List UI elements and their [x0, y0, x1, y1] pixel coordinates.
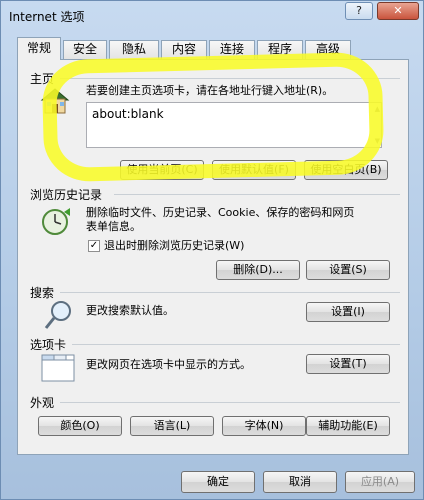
- tabs-section-title: 选项卡: [30, 338, 67, 352]
- colors-button[interactable]: 颜色(O): [38, 416, 122, 436]
- section-divider: [114, 194, 400, 195]
- tab-privacy[interactable]: 隐私: [109, 40, 159, 59]
- search-settings-button[interactable]: 设置(I): [306, 302, 390, 322]
- dialog-footer: 确定 取消 应用(A): [1, 459, 423, 499]
- homepage-section-title: 主页: [30, 72, 55, 86]
- section-divider: [72, 344, 400, 345]
- section-divider: [60, 78, 400, 79]
- tab-general[interactable]: 常规: [17, 37, 61, 60]
- appearance-section-title: 外观: [30, 396, 55, 410]
- search-description: 更改搜索默认值。: [86, 304, 174, 317]
- languages-button[interactable]: 语言(L): [130, 416, 214, 436]
- tabs-description: 更改网页在选项卡中显示的方式。: [86, 358, 251, 371]
- homepage-description: 若要创建主页选项卡，请在各地址行键入地址(R)。: [86, 84, 334, 97]
- use-blank-page-button[interactable]: 使用空白页(B): [304, 160, 388, 180]
- tabs-settings-button[interactable]: 设置(T): [306, 354, 390, 374]
- house-icon: [40, 88, 70, 114]
- tab-content[interactable]: 内容: [161, 40, 207, 59]
- apply-button[interactable]: 应用(A): [345, 471, 415, 493]
- scroll-up-arrow-icon[interactable]: ▲: [375, 105, 380, 113]
- tabbed-window-icon: [41, 354, 75, 382]
- use-current-page-button[interactable]: 使用当前页(C): [120, 160, 204, 180]
- title-bar: Internet 选项 ? ✕: [1, 1, 423, 29]
- ok-button[interactable]: 确定: [181, 471, 255, 493]
- delete-on-exit-label: 退出时删除浏览历史记录(W): [104, 239, 245, 252]
- tab-advanced[interactable]: 高级: [305, 40, 351, 59]
- internet-options-window: Internet 选项 ? ✕ 常规 安全 隐私 内容 连接 程序 高级 主页 …: [0, 0, 424, 500]
- search-magnifier-icon: [44, 301, 71, 329]
- tab-security[interactable]: 安全: [63, 40, 107, 59]
- history-description-line1: 删除临时文件、历史记录、Cookie、保存的密码和网页: [86, 206, 355, 219]
- section-divider: [60, 292, 400, 293]
- history-settings-button[interactable]: 设置(S): [306, 260, 390, 280]
- general-tab-panel: 主页 若要创建主页选项卡，请在各地址行键入地址(R)。 about:blank …: [17, 59, 409, 455]
- delete-history-button[interactable]: 删除(D)...: [216, 260, 300, 280]
- scroll-down-arrow-icon[interactable]: ▼: [375, 137, 380, 145]
- delete-on-exit-checkbox[interactable]: ✓: [88, 240, 100, 252]
- help-button[interactable]: ?: [345, 2, 373, 20]
- window-title: Internet 选项: [9, 10, 85, 24]
- close-button[interactable]: ✕: [377, 2, 419, 20]
- section-divider: [60, 402, 400, 403]
- tab-programs[interactable]: 程序: [257, 40, 303, 59]
- homepage-url-value: about:blank: [92, 107, 164, 121]
- history-clock-icon: [42, 208, 70, 235]
- cancel-button[interactable]: 取消: [263, 471, 337, 493]
- accessibility-button[interactable]: 辅助功能(E): [306, 416, 390, 436]
- homepage-url-textarea[interactable]: about:blank ▲ ▼: [86, 102, 382, 148]
- history-section-title: 浏览历史记录: [30, 188, 103, 202]
- history-description-line2: 表单信息。: [86, 220, 141, 233]
- fonts-button[interactable]: 字体(N): [222, 416, 306, 436]
- use-default-button[interactable]: 使用默认值(F): [212, 160, 296, 180]
- tab-connections[interactable]: 连接: [209, 40, 255, 59]
- check-mark-icon: ✓: [89, 240, 99, 251]
